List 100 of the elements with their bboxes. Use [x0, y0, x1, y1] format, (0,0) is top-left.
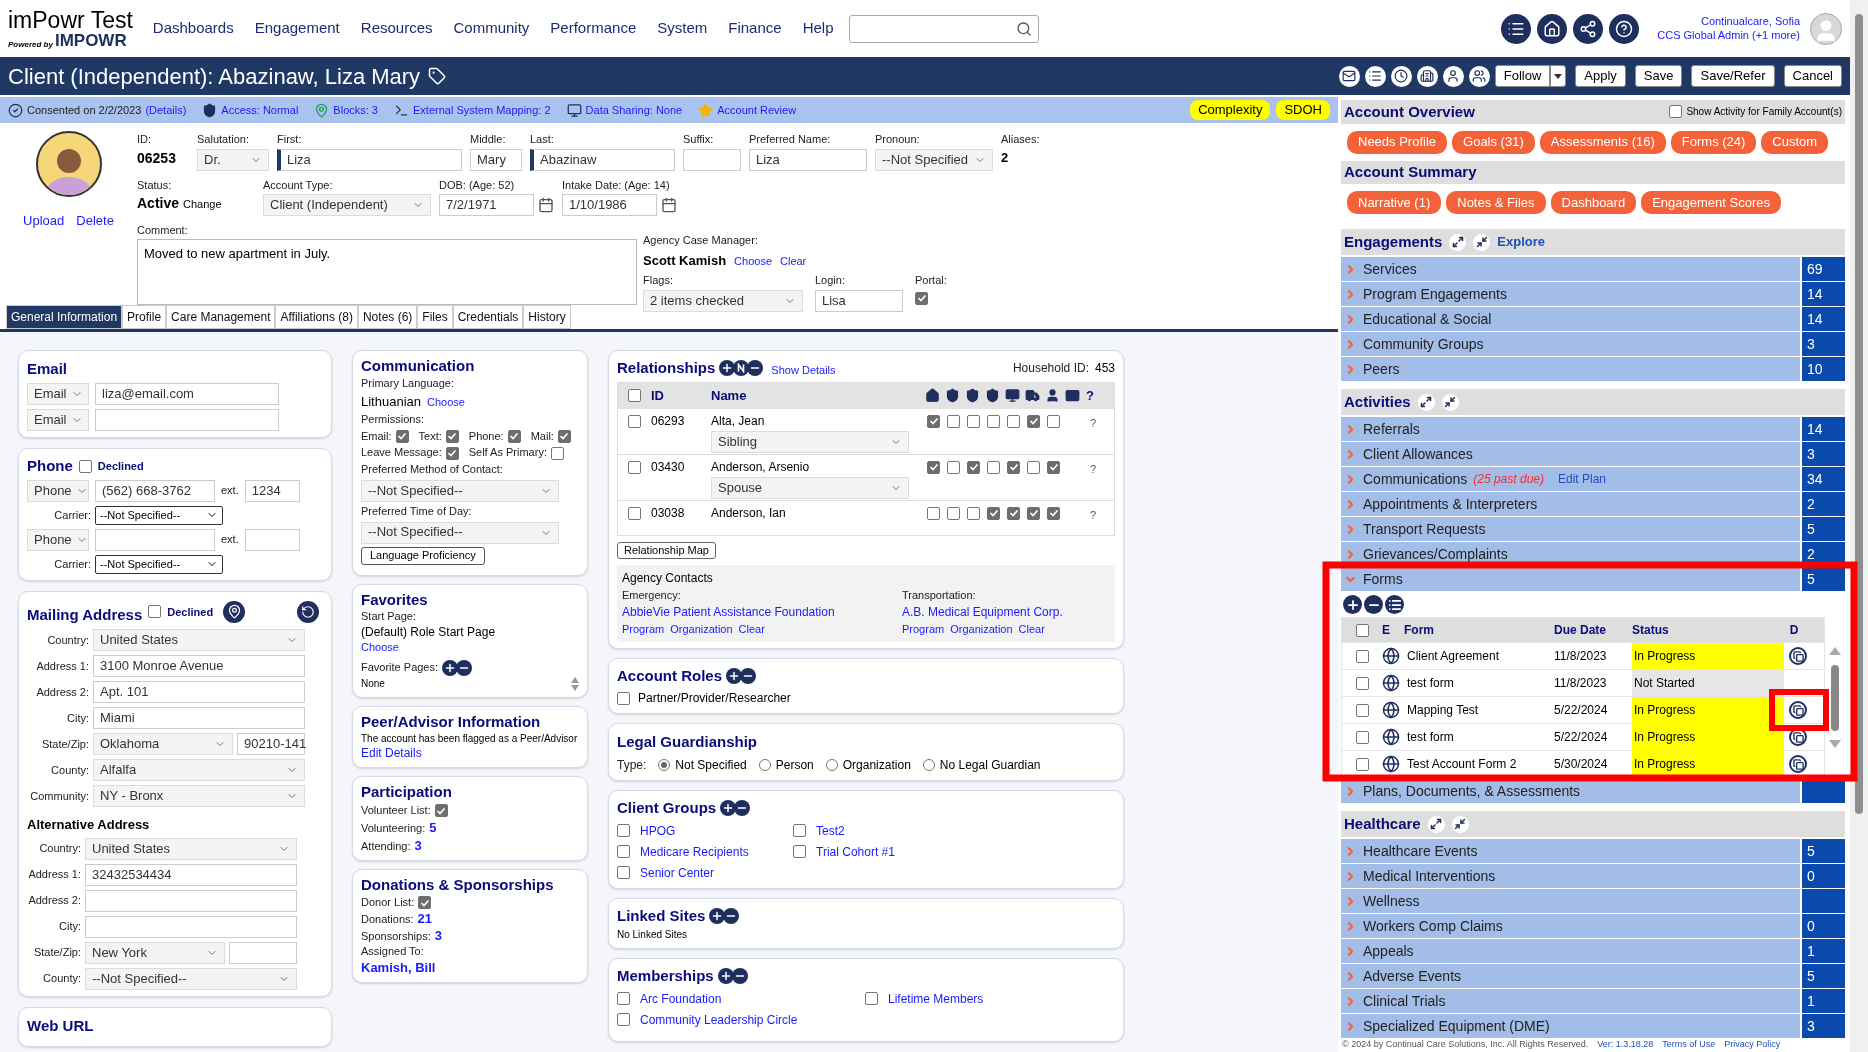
group-link[interactable]: Trial Cohort #1 — [816, 842, 895, 861]
remove-icon[interactable] — [1364, 595, 1383, 614]
checkbox[interactable] — [987, 506, 1000, 520]
relation-select[interactable]: Spouse — [711, 476, 909, 499]
row-checkbox[interactable] — [1355, 703, 1369, 717]
help-link[interactable]: ? — [1090, 506, 1097, 523]
clock-icon[interactable] — [1390, 65, 1412, 87]
text-field[interactable] — [95, 528, 215, 551]
nav-item[interactable]: Resources — [360, 17, 433, 40]
refresh-icon[interactable] — [297, 600, 319, 623]
text-field[interactable] — [683, 148, 741, 171]
link[interactable]: Program — [622, 621, 665, 638]
expand-icon[interactable] — [1427, 815, 1445, 833]
remove-icon[interactable] — [723, 907, 740, 924]
relationship-map-button[interactable]: Relationship Map — [617, 541, 716, 559]
checkbox[interactable] — [1007, 460, 1020, 474]
summary-row[interactable]: Peers — [1341, 357, 1800, 381]
checkbox[interactable] — [1007, 414, 1020, 428]
tab[interactable]: Files — [417, 305, 453, 329]
checkbox[interactable] — [793, 845, 806, 858]
text-field[interactable]: 1/10/1986 — [562, 194, 657, 216]
text-field[interactable]: 7/2/1971 — [439, 194, 534, 216]
checkbox[interactable] — [1027, 506, 1040, 520]
checkbox[interactable] — [617, 691, 630, 705]
text-field[interactable] — [95, 409, 279, 431]
checkbox[interactable] — [793, 824, 806, 837]
row-checkbox[interactable] — [1355, 730, 1369, 744]
checkbox[interactable] — [395, 429, 409, 443]
user-role[interactable]: CCS Global Admin (+1 more) — [1657, 28, 1800, 43]
link[interactable]: Choose — [734, 252, 772, 269]
select-field[interactable]: Oklahoma — [93, 733, 233, 755]
remove-icon[interactable] — [747, 360, 764, 377]
carrier-select[interactable]: --Not Specified-- — [95, 505, 223, 525]
checkbox[interactable] — [617, 845, 630, 858]
location-pin-icon[interactable] — [223, 600, 246, 623]
text-field[interactable]: 3100 Monroe Avenue — [93, 655, 305, 677]
group-link[interactable]: Test2 — [816, 821, 845, 840]
link[interactable]: Program — [902, 621, 945, 638]
checkbox[interactable] — [557, 429, 571, 443]
link[interactable]: Organization — [670, 621, 733, 638]
checkbox[interactable] — [967, 460, 980, 474]
summary-row[interactable]: Services — [1341, 257, 1800, 281]
summary-row[interactable]: Educational & Social — [1341, 307, 1800, 331]
summary-row[interactable]: Transport Requests — [1341, 517, 1800, 541]
help-icon[interactable] — [1609, 13, 1640, 44]
toolbar-button[interactable]: Apply — [1575, 65, 1626, 87]
user-name[interactable]: Continualcare, Sofia — [1700, 14, 1800, 29]
radio-button[interactable] — [758, 759, 771, 771]
select-field[interactable]: United States — [93, 629, 305, 651]
user-icon[interactable] — [1442, 65, 1464, 87]
checkbox[interactable] — [915, 291, 928, 305]
sort-icon[interactable] — [571, 676, 579, 691]
remove-icon[interactable] — [740, 667, 756, 684]
link[interactable]: Clear — [1018, 621, 1045, 638]
remove-icon[interactable] — [734, 800, 751, 817]
add-icon[interactable] — [709, 907, 726, 924]
table-cell[interactable]: Client Agreement — [1404, 647, 1554, 665]
tab[interactable]: Profile — [122, 305, 167, 329]
summary-row[interactable]: Healthcare Events — [1341, 839, 1800, 863]
copy-icon[interactable] — [1789, 755, 1807, 773]
select-field[interactable]: NY - Bronx — [93, 785, 305, 807]
nav-item[interactable]: Dashboards — [152, 17, 234, 40]
checkbox[interactable] — [927, 414, 940, 428]
table-cell[interactable]: test form — [1404, 674, 1554, 692]
home-icon[interactable] — [1537, 13, 1568, 44]
toolbar-button[interactable]: Cancel — [1783, 65, 1842, 87]
copy-icon[interactable] — [1789, 701, 1807, 719]
collapse-icon[interactable] — [1451, 815, 1469, 833]
page-scrollbar[interactable] — [1850, 0, 1868, 1052]
stat-value[interactable]: 5 — [429, 819, 437, 836]
link[interactable]: Clear — [780, 252, 807, 269]
list-icon[interactable] — [1385, 595, 1404, 614]
dropdown-button[interactable] — [1550, 65, 1567, 87]
tab[interactable]: Affiliations (8) — [275, 305, 358, 329]
link[interactable]: Delete — [76, 211, 114, 231]
row-checkbox[interactable] — [1355, 757, 1369, 771]
edit-plan-link[interactable]: Edit Plan — [1558, 470, 1606, 488]
tab[interactable]: Credentials — [452, 305, 524, 329]
remove-icon[interactable] — [456, 659, 473, 676]
nav-item[interactable]: Finance — [728, 17, 782, 40]
list-icon[interactable] — [1364, 65, 1386, 87]
text-field[interactable]: Liza — [749, 148, 867, 171]
select-field[interactable]: --Not Specified-- — [361, 479, 559, 502]
toolbar-button[interactable]: Save — [1634, 65, 1683, 87]
checkbox[interactable] — [967, 414, 980, 428]
text-field[interactable]: (562) 668-3762 — [95, 479, 215, 502]
text-field[interactable] — [85, 915, 297, 938]
select-field[interactable]: --Not Specified-- — [361, 521, 559, 544]
change-link[interactable]: Change — [183, 196, 222, 213]
row-checkbox[interactable] — [628, 506, 641, 520]
nav-item[interactable]: Help — [802, 17, 834, 40]
users-icon[interactable] — [1468, 65, 1490, 87]
checkbox[interactable] — [1047, 414, 1060, 428]
summary-row[interactable]: Medical Interventions — [1341, 864, 1800, 888]
contact-link[interactable]: AbbieVie Patient Assistance Foundation — [622, 603, 902, 621]
globe-icon[interactable] — [1382, 674, 1400, 692]
select-field[interactable]: United States — [85, 837, 297, 860]
checkbox[interactable] — [1669, 105, 1683, 119]
group-link[interactable]: Arc Foundation — [640, 989, 722, 1008]
group-link[interactable]: HPOG — [640, 821, 676, 840]
